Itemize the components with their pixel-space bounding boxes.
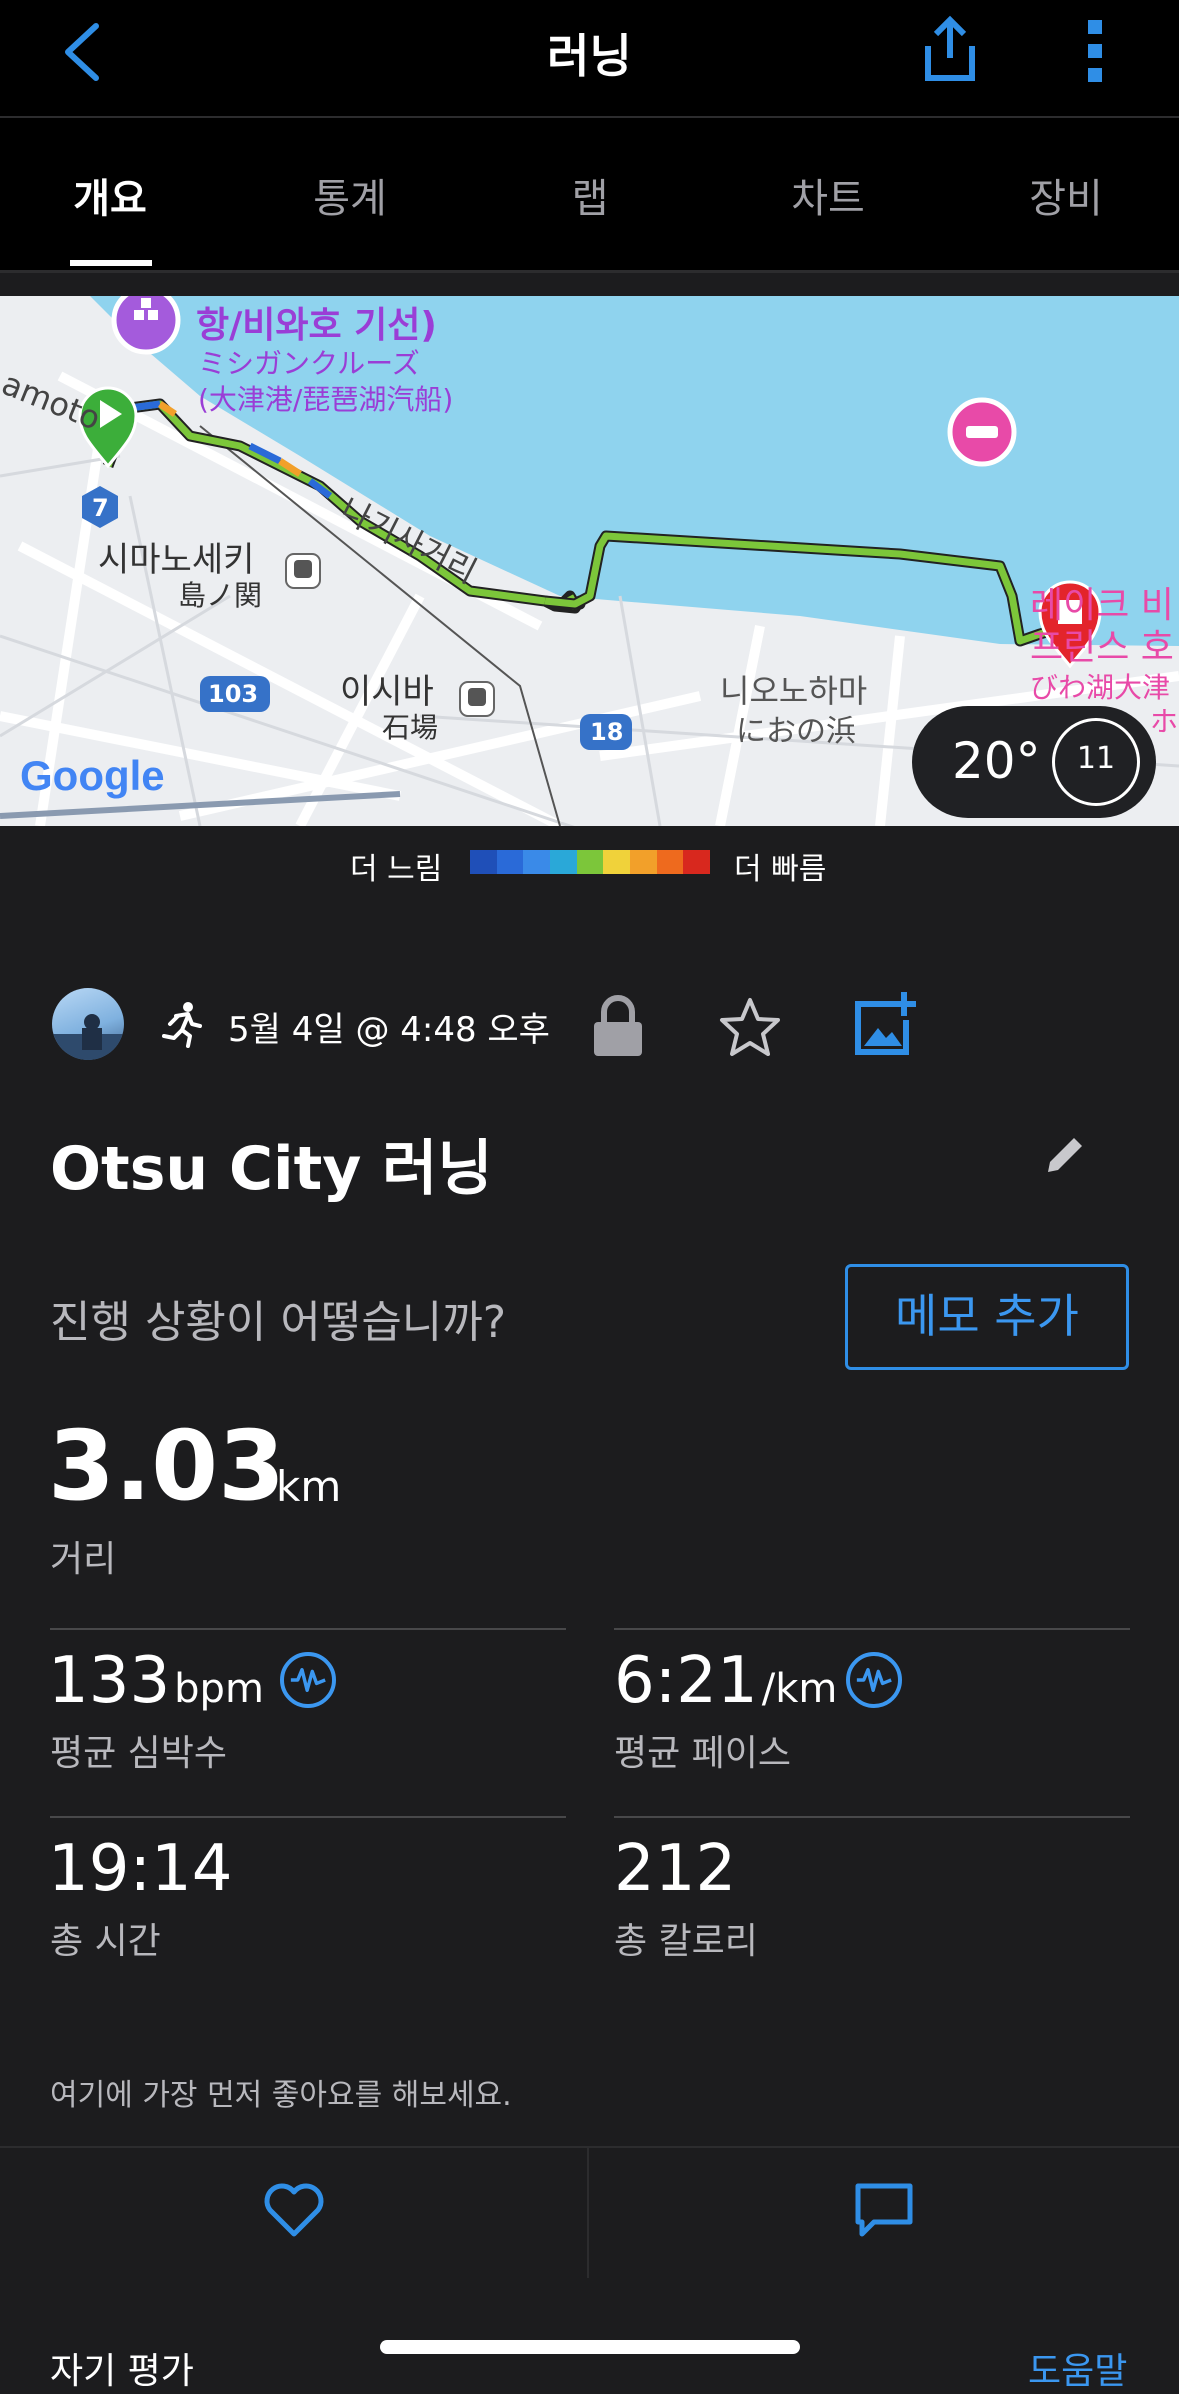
divider <box>614 1628 1130 1630</box>
like-prompt: 여기에 가장 먼저 좋아요를 해보세요. <box>50 2078 512 2113</box>
legend-swatch <box>603 850 631 874</box>
legend-fast-label: 더 빠름 <box>734 852 827 887</box>
legend-swatch <box>576 850 604 874</box>
edit-pencil-icon[interactable] <box>1040 1130 1090 1180</box>
divider <box>587 2148 589 2278</box>
help-link[interactable]: 도움말 <box>1028 2342 1127 2394</box>
route-map[interactable]: 항/비와호 기선) ミシガンクルーズ (大津港/琵琶湖汽船) amoto 나기사… <box>0 296 1179 826</box>
tab-overview[interactable]: 개요 <box>10 166 210 224</box>
page-title: 러닝 <box>547 29 632 83</box>
distance-label: 거리 <box>50 1539 117 1580</box>
running-icon <box>162 1002 202 1048</box>
tab-stats[interactable]: 통계 <box>250 166 450 224</box>
route-shield-label: 18 <box>590 718 624 746</box>
pace-color-scale <box>470 850 711 874</box>
wind-speed: 11 <box>1076 741 1116 776</box>
distance-unit: km <box>276 1462 342 1511</box>
avatar[interactable] <box>52 988 124 1060</box>
self-evaluation-heading: 자기 평가 <box>50 2351 194 2392</box>
avg-heart-rate-label: 평균 심박수 <box>50 1733 228 1774</box>
route-shield-label: 7 <box>92 494 109 522</box>
temperature: 20° <box>952 732 1041 790</box>
map-label: 石場 <box>382 711 439 744</box>
legend-swatch <box>656 850 684 874</box>
wind-icon: 11 <box>1052 718 1140 806</box>
add-memo-button[interactable]: 메모 추가 <box>845 1264 1129 1370</box>
total-calories-label: 총 칼로리 <box>614 1921 758 1962</box>
heart-rate-chart-icon[interactable] <box>280 1652 336 1708</box>
tab-laps[interactable]: 랩 <box>490 166 690 224</box>
progress-prompt: 진행 상황이 어떻습니까? <box>50 1297 507 1348</box>
top-bar: 러닝 <box>0 0 1179 118</box>
total-calories: 212 <box>614 1832 736 1906</box>
weather-badge: 20° 11 <box>912 706 1156 818</box>
share-icon[interactable] <box>920 14 980 84</box>
legend-swatch <box>470 850 497 874</box>
total-calories-value: 212 <box>614 1832 737 1906</box>
avg-pace-unit: /km <box>761 1666 838 1712</box>
legend-swatch <box>683 850 711 874</box>
activity-date: 5월 4일 @ 4:48 오후 <box>228 1010 550 1050</box>
map-label: におの浜 <box>736 714 856 749</box>
route-shield-label: 103 <box>208 680 259 708</box>
legend-slow-label: 더 느림 <box>350 852 443 887</box>
avatar-image <box>52 1014 124 1060</box>
map-label: 항/비와호 기선) <box>196 305 437 346</box>
avg-heart-rate-unit: bpm <box>174 1666 264 1712</box>
lock-icon[interactable] <box>592 992 644 1058</box>
comment-icon[interactable] <box>852 2180 916 2240</box>
active-tab-indicator <box>70 260 152 266</box>
home-indicator[interactable] <box>380 2340 800 2354</box>
more-vertical-icon[interactable] <box>1080 18 1110 84</box>
avg-pace-label: 평균 페이스 <box>614 1733 792 1774</box>
pace-chart-icon[interactable] <box>846 1652 902 1708</box>
distance-value: 3.03 <box>48 1410 285 1522</box>
divider <box>50 1628 566 1630</box>
tab-bar: 개요 통계 랩 차트 장비 <box>0 118 1179 273</box>
legend-swatch <box>496 850 524 874</box>
avg-heart-rate: 133 bpm <box>48 1644 264 1718</box>
tab-charts[interactable]: 차트 <box>728 166 928 224</box>
like-heart-icon[interactable] <box>262 2180 326 2240</box>
google-logo: Google <box>20 752 165 799</box>
add-photo-icon[interactable] <box>852 990 918 1058</box>
legend-swatch <box>523 850 551 874</box>
total-time-label: 총 시간 <box>50 1921 161 1962</box>
legend-swatch <box>550 850 577 874</box>
legend-swatch <box>630 850 657 874</box>
map-label: (大津港/琵琶湖汽船) <box>198 383 454 416</box>
divider <box>614 1816 1130 1818</box>
map-label: びわ湖大津 <box>1030 671 1171 704</box>
map-label: 島ノ関 <box>178 579 263 612</box>
avg-heart-rate-value: 133 <box>48 1644 171 1718</box>
total-time: 19:14 <box>48 1832 232 1906</box>
star-icon[interactable] <box>718 996 782 1058</box>
map-label: ミシガンクルーズ <box>198 347 420 380</box>
map-label: ホ <box>1150 705 1179 738</box>
activity-title: Otsu City 러닝 <box>50 1134 493 1204</box>
total-time-value: 19:14 <box>48 1832 233 1906</box>
action-bar <box>0 2146 1179 2280</box>
map-label: 프린스 호 <box>1030 627 1174 668</box>
avg-pace-value: 6:21 <box>614 1644 758 1718</box>
tab-gear[interactable]: 장비 <box>966 166 1166 224</box>
divider <box>50 1816 566 1818</box>
avg-pace: 6:21/km <box>614 1644 837 1718</box>
